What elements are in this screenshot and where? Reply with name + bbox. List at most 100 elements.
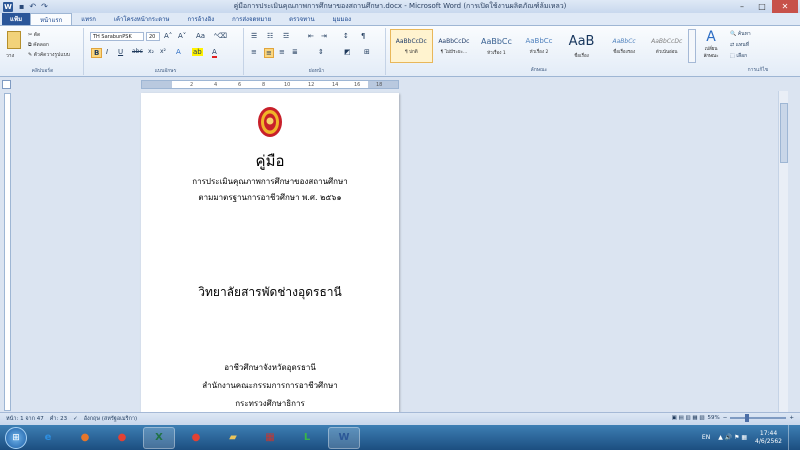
clear-format-icon[interactable]: ᴬ⌫ — [214, 32, 227, 40]
scrollbar-thumb[interactable] — [780, 103, 788, 163]
show-formatting-icon[interactable]: ¶ — [361, 32, 365, 40]
copy-button[interactable]: ⧉ คัดลอก — [28, 41, 49, 49]
clock[interactable]: 17:44 4/6/2562 — [755, 430, 782, 446]
tab-view[interactable]: มุมมอง — [324, 13, 360, 25]
taskbar-file-explorer-button[interactable]: ▰ — [217, 427, 249, 449]
show-desktop-button[interactable] — [788, 425, 796, 450]
justify-icon[interactable]: ≣ — [292, 48, 298, 56]
select-button[interactable]: ⬚ เลือก — [730, 51, 751, 62]
align-right-icon[interactable]: ≡ — [279, 48, 285, 56]
strikethrough-button[interactable]: abc — [132, 48, 143, 55]
increase-indent-icon[interactable]: ⇥ — [321, 32, 327, 40]
close-button[interactable]: ✕ — [772, 0, 798, 13]
underline-button[interactable]: U — [118, 48, 123, 56]
grow-font-icon[interactable]: A˄ — [164, 32, 172, 40]
taskbar-firefox-button[interactable]: ● — [69, 427, 101, 449]
zoom-slider-knob[interactable] — [744, 414, 749, 422]
taskbar-line-button[interactable]: L — [291, 427, 323, 449]
styles-gallery: AaBbCcDc ¶ ปกติ AaBbCcDc ¶ ไม่มีระยะ... … — [390, 29, 688, 63]
word-app-icon[interactable]: W — [3, 1, 13, 12]
tab-review[interactable]: ตรวจทาน — [280, 13, 323, 25]
zoom-slider[interactable] — [730, 414, 787, 422]
font-size-box[interactable]: 20 — [146, 32, 160, 41]
paste-button[interactable]: วาง — [6, 52, 14, 60]
style-subtle-emphasis[interactable]: AaBbCcDc ตัวเน้นอ่อน — [645, 29, 688, 63]
font-color-icon[interactable]: A — [212, 48, 217, 58]
language-bar[interactable]: EN — [702, 434, 710, 441]
taskbar-excel-button[interactable]: X — [143, 426, 175, 449]
find-button[interactable]: 🔍 ค้นหา — [730, 29, 751, 40]
italic-button[interactable]: I — [106, 48, 108, 56]
document-page[interactable]: คู่มือ การประเมินคุณภาพการศึกษาของสถานศึ… — [141, 93, 399, 412]
status-bar: หน้า: 1 จาก 47 คำ: 23 ✓ อังกฤษ (สหรัฐอเม… — [0, 412, 800, 425]
shading-icon[interactable]: ◩ — [344, 48, 351, 56]
minimize-button[interactable]: – — [732, 0, 752, 13]
zoom-in-icon[interactable]: + — [789, 415, 794, 421]
proofing-icon[interactable]: ✓ — [73, 416, 78, 422]
change-case-icon[interactable]: Aa — [196, 32, 205, 40]
start-button[interactable]: ⊞ — [5, 426, 27, 449]
taskbar-word-button[interactable]: W — [328, 426, 360, 449]
borders-icon[interactable]: ⊞ — [364, 48, 370, 56]
tray-icons[interactable]: ▲ 🔊 ⚑ ▦ — [718, 434, 747, 441]
bold-button[interactable]: B — [91, 48, 103, 58]
highlight-icon[interactable]: ab — [192, 48, 203, 56]
tab-selector[interactable] — [2, 80, 11, 89]
language-indicator[interactable]: อังกฤษ (สหรัฐอเมริกา) — [84, 415, 137, 423]
paste-icon[interactable] — [7, 31, 21, 49]
cut-button[interactable]: ✂ ตัด — [28, 31, 40, 39]
tab-home[interactable]: หน้าแรก — [30, 13, 73, 25]
tab-insert[interactable]: แทรก — [72, 13, 105, 25]
tab-references[interactable]: การอ้างอิง — [178, 13, 223, 25]
horizontal-ruler[interactable]: 2 4 6 8 10 12 14 16 18 — [141, 80, 399, 89]
taskbar-internet-explorer-button[interactable]: e — [32, 427, 64, 449]
line-spacing-icon[interactable]: ⇕ — [318, 48, 324, 56]
sort-icon[interactable]: ↕ — [343, 32, 349, 40]
save-icon[interactable]: ▪ — [19, 2, 24, 11]
page-count[interactable]: หน้า: 1 จาก 47 — [6, 415, 44, 423]
view-buttons[interactable]: ▣ ▤ ▥ ▦ ▧ — [672, 415, 705, 421]
style-subtitle[interactable]: AaBbCc ชื่อเรื่องรอง — [603, 29, 646, 63]
style-name: ตัวเน้นอ่อน — [655, 49, 678, 55]
numbering-icon[interactable]: ☷ — [267, 32, 273, 40]
style-no-spacing[interactable]: AaBbCcDc ¶ ไม่มีระยะ... — [433, 29, 476, 63]
replace-button[interactable]: ⇄ แทนที่ — [730, 40, 751, 51]
taskbar-chrome-button[interactable]: ● — [106, 427, 138, 449]
redo-icon[interactable]: ↷ — [41, 2, 48, 11]
tab-mailings[interactable]: การส่งจดหมาย — [223, 13, 280, 25]
subscript-button[interactable]: x₂ — [148, 48, 154, 55]
chrome-2-icon: ● — [191, 432, 201, 443]
superscript-button[interactable]: x² — [160, 48, 166, 55]
document-area[interactable]: คู่มือ การประเมินคุณภาพการศึกษาของสถานศึ… — [12, 91, 788, 412]
ruler-number: 4 — [214, 82, 218, 88]
format-painter-button[interactable]: ✎ ตัวคัดวางรูปแบบ — [28, 51, 70, 59]
multilevel-list-icon[interactable]: ☲ — [283, 32, 289, 40]
taskbar-calendar-button[interactable]: ▦ — [254, 427, 286, 449]
style-heading-2[interactable]: AaBbCc หัวเรื่อง 2 — [518, 29, 561, 63]
vertical-scrollbar[interactable] — [778, 91, 788, 412]
font-name-box[interactable]: TH SarabunPSK — [90, 32, 144, 41]
zoom-out-icon[interactable]: − — [723, 415, 728, 421]
taskbar-chrome-2-button[interactable]: ● — [180, 427, 212, 449]
align-center-icon[interactable]: ≡ — [264, 48, 274, 58]
word-count[interactable]: คำ: 23 — [50, 415, 67, 423]
bullets-icon[interactable]: ☰ — [251, 32, 257, 40]
shrink-font-icon[interactable]: A˅ — [178, 32, 186, 40]
align-left-icon[interactable]: ≡ — [251, 48, 257, 56]
vertical-ruler[interactable] — [4, 93, 11, 411]
decrease-indent-icon[interactable]: ⇤ — [308, 32, 314, 40]
taskbar-apps: e ● ● X ● ▰ ▦ L W — [27, 426, 360, 449]
text-effects-icon[interactable]: A — [176, 48, 181, 56]
styles-gallery-scroll[interactable] — [688, 29, 696, 63]
tab-file[interactable]: แฟ้ม — [2, 13, 31, 25]
clock-date: 4/6/2562 — [755, 437, 782, 445]
zoom-level[interactable]: 59% — [708, 415, 720, 421]
style-normal[interactable]: AaBbCcDc ¶ ปกติ — [390, 29, 433, 63]
line-icon: L — [303, 432, 311, 443]
tab-page-layout[interactable]: เค้าโครงหน้ากระดาษ — [105, 13, 179, 25]
change-styles-button[interactable]: A เปลี่ยนลักษณะ — [698, 29, 724, 59]
undo-icon[interactable]: ↶ — [29, 2, 36, 11]
maximize-button[interactable]: □ — [752, 0, 772, 13]
style-heading-1[interactable]: AaBbCc หัวเรื่อง 1 — [475, 29, 518, 63]
style-title[interactable]: AaB ชื่อเรื่อง — [560, 29, 603, 63]
